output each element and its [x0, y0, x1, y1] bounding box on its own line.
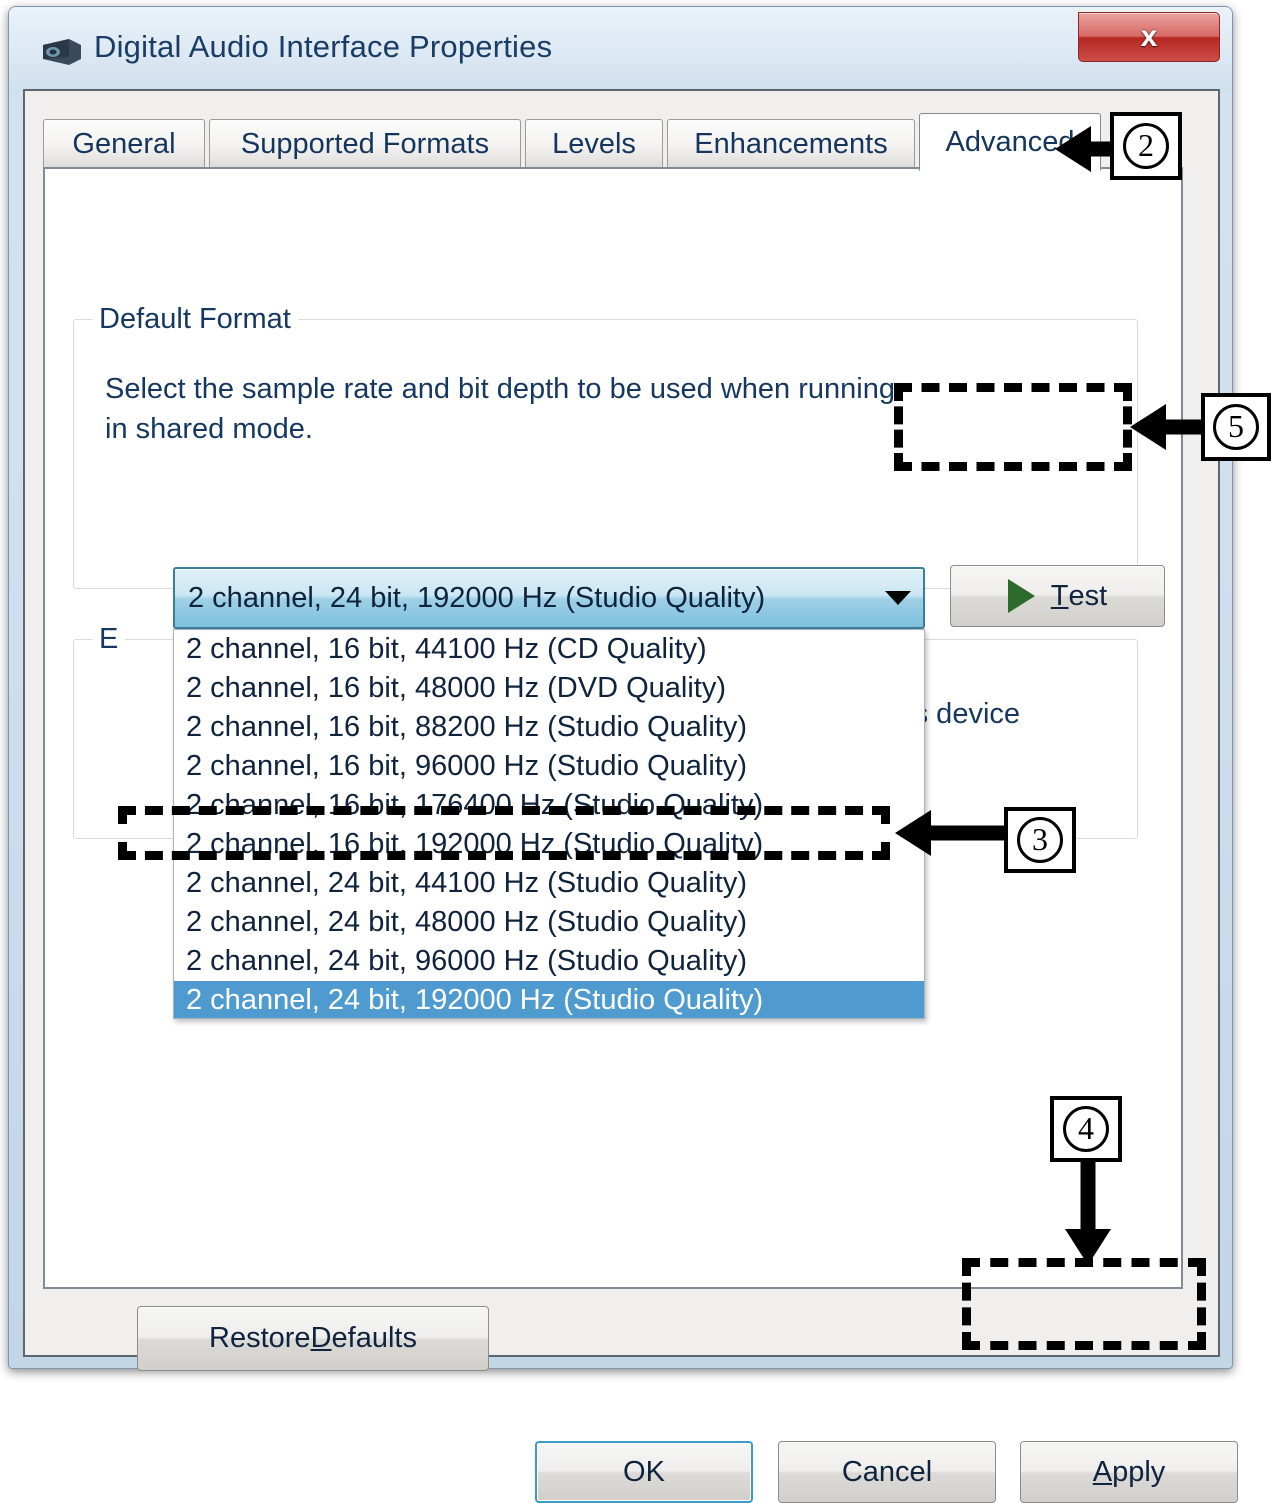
list-item[interactable]: 2 channel, 16 bit, 192000 Hz (Studio Qua… [174, 825, 924, 864]
annotation-arrow-2 [1055, 126, 1115, 172]
list-item[interactable]: 2 channel, 16 bit, 48000 Hz (DVD Quality… [174, 669, 924, 708]
default-format-description-line1: Select the sample rate and bit depth to … [105, 373, 895, 405]
list-item-selected[interactable]: 2 channel, 24 bit, 192000 Hz (Studio Qua… [174, 981, 924, 1018]
restore-defaults-accel: D [310, 1322, 332, 1354]
tab-strip: General Supported Formats Levels Enhance… [43, 113, 1183, 171]
audio-device-icon [43, 39, 81, 65]
list-item[interactable]: 2 channel, 16 bit, 44100 Hz (CD Quality) [174, 630, 924, 669]
list-item[interactable]: 2 channel, 24 bit, 44100 Hz (Studio Qual… [174, 864, 924, 903]
default-format-label: Default Format [92, 303, 298, 336]
tab-general[interactable]: General [43, 119, 205, 169]
default-format-description-line2: in shared mode. [105, 413, 313, 445]
annotation-badge-3: 3 [1004, 807, 1076, 873]
restore-defaults-rest: efaults [331, 1322, 417, 1354]
dialog-client-area: General Supported Formats Levels Enhance… [23, 89, 1238, 1503]
ok-button-label: OK [623, 1455, 665, 1488]
test-button[interactable]: Test [950, 565, 1165, 627]
ok-button[interactable]: OK [535, 1441, 753, 1503]
tab-page-advanced: Default Format Select the sample rate an… [43, 167, 1238, 1503]
default-format-combobox[interactable]: 2 channel, 24 bit, 192000 Hz (Studio Qua… [173, 567, 925, 629]
apply-button-accel: A [1092, 1455, 1113, 1488]
tab-enhancements[interactable]: Enhancements [667, 119, 915, 169]
exclusive-mode-label: E [92, 623, 126, 656]
default-format-group: Default Format [73, 303, 1138, 589]
test-button-label: est [1068, 579, 1108, 612]
tab-supported-formats[interactable]: Supported Formats [209, 119, 521, 169]
close-button[interactable]: x [1078, 12, 1220, 62]
annotation-arrow-4 [1065, 1160, 1111, 1265]
test-button-accel: T [1050, 579, 1069, 612]
default-format-dropdown-list[interactable]: 2 channel, 16 bit, 44100 Hz (CD Quality)… [173, 629, 925, 1019]
window-title: Digital Audio Interface Properties [94, 29, 553, 64]
apply-button[interactable]: Apply [1020, 1441, 1238, 1503]
annotation-badge-4: 4 [1050, 1096, 1122, 1162]
play-icon [1007, 579, 1035, 613]
cancel-button[interactable]: Cancel [778, 1441, 996, 1503]
cancel-button-label: Cancel [841, 1455, 933, 1488]
list-item[interactable]: 2 channel, 16 bit, 176400 Hz (Studio Qua… [174, 786, 924, 825]
list-item[interactable]: 2 channel, 16 bit, 88200 Hz (Studio Qual… [174, 708, 924, 747]
list-item[interactable]: 2 channel, 24 bit, 96000 Hz (Studio Qual… [174, 942, 924, 981]
default-format-combobox-value: 2 channel, 24 bit, 192000 Hz (Studio Qua… [188, 581, 766, 614]
chevron-down-icon[interactable] [873, 591, 923, 605]
tab-levels[interactable]: Levels [525, 119, 663, 169]
properties-dialog: Digital Audio Interface Properties x Gen… [8, 6, 1238, 1503]
annotation-arrow-3 [895, 810, 1007, 856]
restore-defaults-prefix: Restore [209, 1322, 311, 1354]
close-icon: x [1140, 20, 1158, 53]
annotation-badge-2: 2 [1110, 112, 1182, 180]
restore-defaults-button[interactable]: Restore Defaults [137, 1306, 489, 1371]
list-item[interactable]: 2 channel, 24 bit, 48000 Hz (Studio Qual… [174, 903, 924, 942]
annotation-arrow-5 [1130, 404, 1204, 450]
apply-button-label: pply [1112, 1455, 1166, 1488]
title-bar: Digital Audio Interface Properties x [9, 7, 1232, 93]
annotation-badge-5: 5 [1201, 393, 1271, 461]
list-item[interactable]: 2 channel, 16 bit, 96000 Hz (Studio Qual… [174, 747, 924, 786]
